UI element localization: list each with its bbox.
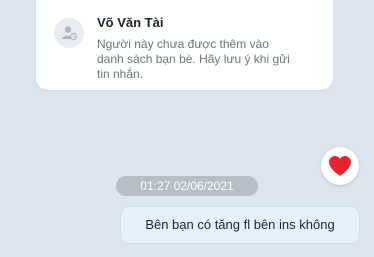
heart-reaction-button[interactable] xyxy=(321,147,359,185)
stranger-warning-text: Người này chưa được thêm vào danh sách b… xyxy=(97,37,290,81)
contact-info-card[interactable]: ? Võ Văn Tài Người này chưa được thêm và… xyxy=(36,0,333,90)
user-unknown-icon: ? xyxy=(54,18,84,48)
svg-text:?: ? xyxy=(72,34,75,39)
message-timestamp: 01:27 02/06/2021 xyxy=(116,176,258,196)
heart-icon xyxy=(329,156,351,176)
outgoing-message-bubble[interactable]: Bên bạn có tăng fl bên ins không xyxy=(120,206,360,244)
contact-name: Võ Văn Tài xyxy=(97,15,164,30)
